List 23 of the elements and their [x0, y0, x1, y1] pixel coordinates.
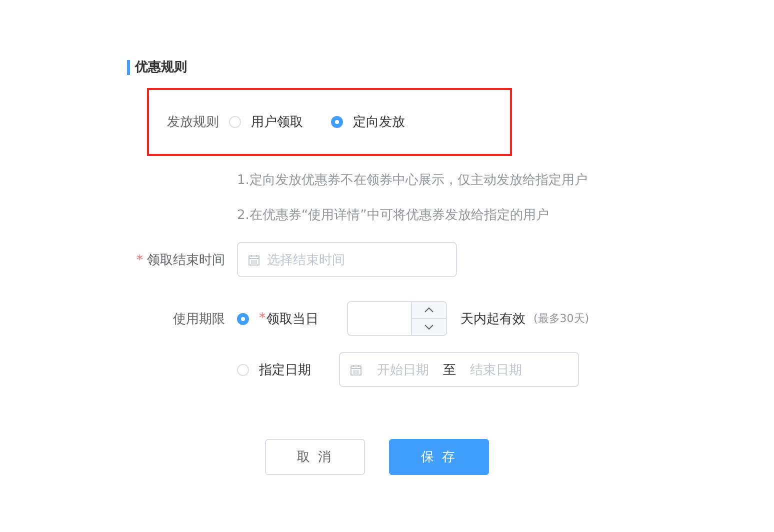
field-label: 发放规则 [166, 114, 220, 131]
radio-label[interactable]: 指定日期 [259, 360, 311, 378]
radio-label[interactable]: 定向发放 [353, 113, 405, 131]
calendar-icon [248, 254, 260, 266]
radio-button[interactable] [237, 312, 249, 324]
field-label: 领取结束时间 [147, 252, 225, 268]
cancel-button[interactable]: 取 消 [265, 439, 365, 475]
radio-label[interactable]: 领取当日 [266, 310, 318, 328]
radio-label[interactable]: 用户领取 [251, 113, 303, 131]
suffix-text: 天内起有效 [460, 310, 526, 328]
number-field[interactable] [346, 301, 446, 336]
required-mark: * [259, 311, 266, 326]
date-range-field[interactable]: 开始日期 至 结束日期 [339, 352, 579, 387]
chevron-up-icon [424, 307, 434, 313]
field-label: 使用期限 [172, 310, 226, 328]
note-text: 1.定向发放优惠券不在领券中心展示，仅主动发放给指定用户 [237, 172, 588, 190]
hint-text: (最多30天) [534, 311, 590, 326]
radio-button[interactable] [331, 116, 343, 128]
section-title: 优惠规则 [127, 60, 774, 75]
chevron-down-icon [424, 324, 434, 330]
note-text: 2.在优惠券“使用详情”中可将优惠券发放给指定的用户 [237, 207, 550, 225]
required-mark: * [136, 252, 143, 268]
calendar-icon [350, 364, 362, 376]
